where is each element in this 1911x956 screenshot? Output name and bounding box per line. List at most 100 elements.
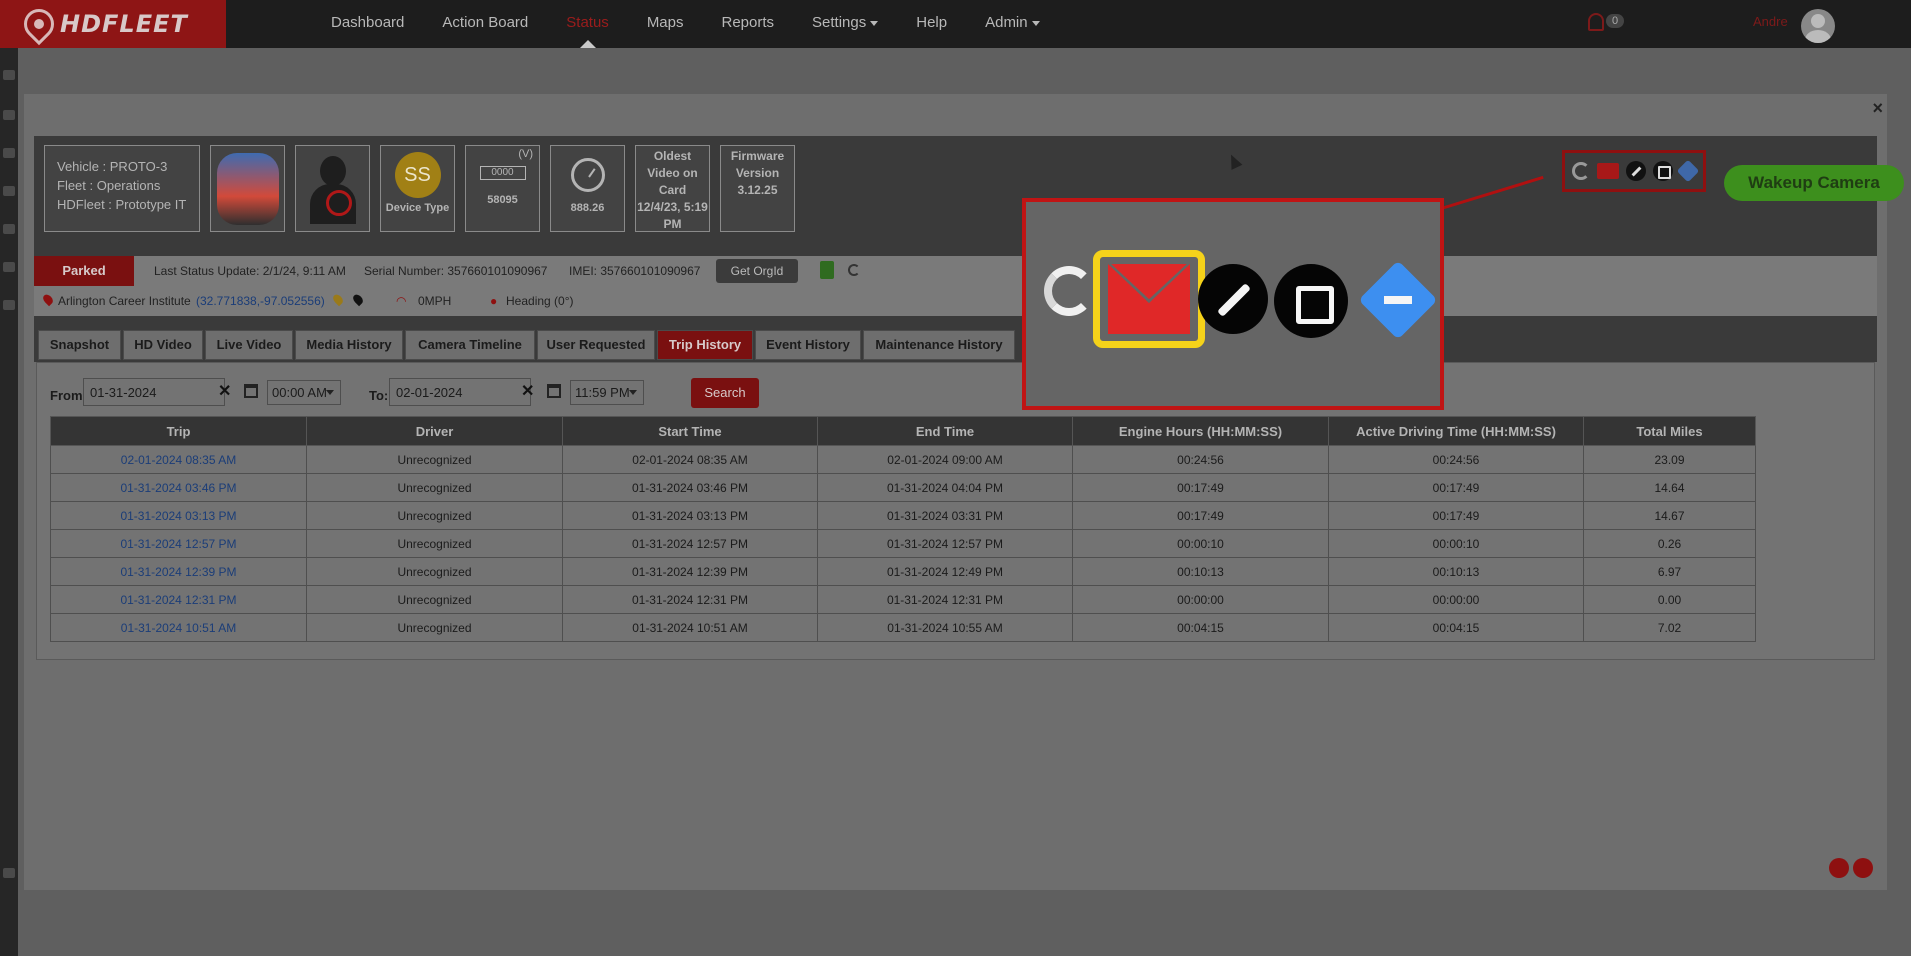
table-cell: Unrecognized xyxy=(306,529,563,558)
nav-status[interactable]: Status xyxy=(566,0,609,48)
close-icon[interactable]: × xyxy=(1872,98,1883,119)
status-row: Parked Last Status Update: 2/1/24, 9:11 … xyxy=(34,256,1877,286)
driver-image-box[interactable] xyxy=(295,145,370,232)
driver-icon[interactable] xyxy=(3,262,15,272)
edit-icon[interactable] xyxy=(1652,161,1673,181)
hdfleet-logo[interactable]: HDFLEET xyxy=(0,0,226,48)
nav-maps[interactable]: Maps xyxy=(647,0,684,48)
from-time-select[interactable]: 00:00 AM xyxy=(267,380,341,405)
nav-dashboard[interactable]: Dashboard xyxy=(331,0,404,48)
last-status-update: Last Status Update: 2/1/24, 9:11 AM xyxy=(154,264,346,278)
directions-icon[interactable] xyxy=(1358,260,1438,340)
column-header-trip[interactable]: Trip xyxy=(50,416,307,446)
left-sidebar xyxy=(0,48,18,956)
table-cell: 00:10:13 xyxy=(1072,557,1329,586)
nav-admin-label: Admin xyxy=(985,14,1028,31)
clear-to-date-icon[interactable]: ✕ xyxy=(521,381,534,401)
refresh-icon[interactable] xyxy=(1572,162,1591,180)
mail-icon[interactable] xyxy=(1597,163,1620,179)
street-view-icon[interactable] xyxy=(331,292,345,307)
trip-link[interactable]: 01-31-2024 12:57 PM xyxy=(50,529,307,558)
from-date-input[interactable]: 01-31-2024 xyxy=(83,378,225,406)
status-badge: Parked xyxy=(34,256,134,286)
to-label: To: xyxy=(369,388,389,403)
wrench-icon[interactable] xyxy=(1625,161,1646,181)
trip-link[interactable]: 01-31-2024 10:51 AM xyxy=(50,613,307,642)
chevron-down-icon xyxy=(1031,20,1040,26)
engine-hours-value: 888.26 xyxy=(570,202,605,214)
camera-icon[interactable] xyxy=(3,186,15,196)
table-row: 01-31-2024 12:39 PM Unrecognized 01-31-202… xyxy=(50,557,1756,586)
column-header-driver[interactable]: Driver xyxy=(306,416,563,446)
table-cell: 0.00 xyxy=(1583,585,1756,614)
nav-reports[interactable]: Reports xyxy=(722,0,775,48)
trip-link[interactable]: 02-01-2024 08:35 AM xyxy=(50,445,307,474)
nav-settings[interactable]: Settings xyxy=(812,0,879,48)
avatar[interactable] xyxy=(1801,9,1835,43)
mail-icon[interactable] xyxy=(1108,264,1190,334)
oldest-video-value: 12/4/23, 5:19 PM xyxy=(637,200,708,231)
column-header-active-driving-time[interactable]: Active Driving Time (HH:MM:SS) xyxy=(1328,416,1584,446)
tab-media-history[interactable]: Media History xyxy=(295,330,403,360)
to-time-select[interactable]: 11:59 PM xyxy=(570,380,644,405)
location-coords-link[interactable]: (32.771838,-97.052556) xyxy=(196,294,325,308)
user-name[interactable]: Andre xyxy=(1753,14,1788,29)
search-button[interactable]: Search xyxy=(691,378,759,408)
tab-snapshot[interactable]: Snapshot xyxy=(38,330,121,360)
column-header-start-time[interactable]: Start Time xyxy=(562,416,818,446)
table-cell: 00:00:10 xyxy=(1328,529,1584,558)
table-cell: Unrecognized xyxy=(306,501,563,530)
pin-icon[interactable] xyxy=(3,868,15,878)
nav-help[interactable]: Help xyxy=(916,0,947,48)
column-header-end-time[interactable]: End Time xyxy=(817,416,1073,446)
edit-icon[interactable] xyxy=(1274,264,1348,338)
vehicle-image-box[interactable] xyxy=(210,145,285,232)
truck-icon[interactable] xyxy=(3,224,15,234)
calendar-icon[interactable] xyxy=(547,384,561,398)
hierarchy-icon[interactable] xyxy=(3,148,15,158)
warning-icon[interactable] xyxy=(3,300,15,310)
nav-settings-label: Settings xyxy=(812,14,867,31)
manual-icon[interactable] xyxy=(1853,858,1873,878)
refresh-icon[interactable] xyxy=(1044,266,1094,316)
nav-admin[interactable]: Admin xyxy=(985,0,1040,48)
calendar-icon[interactable] xyxy=(244,384,258,398)
refresh-icon[interactable] xyxy=(848,264,860,276)
nav-action-board[interactable]: Action Board xyxy=(442,0,528,48)
action-icon-group xyxy=(1562,150,1706,192)
wakeup-camera-button[interactable]: Wakeup Camera xyxy=(1724,165,1904,201)
from-label: From: xyxy=(50,388,87,403)
trip-history-panel: From: 01-31-2024 ✕ 00:00 AM To: 02-01-20… xyxy=(36,362,1875,660)
tab-user-requested[interactable]: User Requested xyxy=(537,330,655,360)
vehicle-name: Vehicle : PROTO-3 xyxy=(57,159,168,174)
tab-camera-timeline[interactable]: Camera Timeline xyxy=(405,330,535,360)
tab-trip-history[interactable]: Trip History xyxy=(657,330,753,360)
odometer-value: 58095 xyxy=(487,194,518,206)
get-orgid-button[interactable]: Get OrgId xyxy=(716,259,798,283)
tab-live-video[interactable]: Live Video xyxy=(205,330,293,360)
user-icon[interactable] xyxy=(3,70,15,80)
table-cell: 14.67 xyxy=(1583,501,1756,530)
table-cell: Unrecognized xyxy=(306,585,563,614)
users-icon[interactable] xyxy=(3,110,15,120)
youtube-icon[interactable] xyxy=(1829,858,1849,878)
trip-link[interactable]: 01-31-2024 03:13 PM xyxy=(50,501,307,530)
trip-link[interactable]: 01-31-2024 03:46 PM xyxy=(50,473,307,502)
bell-icon[interactable] xyxy=(1588,13,1604,31)
tab-hd-video[interactable]: HD Video xyxy=(123,330,203,360)
to-date-input[interactable]: 02-01-2024 xyxy=(389,378,531,406)
trip-link[interactable]: 01-31-2024 12:31 PM xyxy=(50,585,307,614)
map-pin-icon[interactable] xyxy=(351,292,365,307)
speed-value: 0MPH xyxy=(418,294,452,308)
column-header-engine-hours[interactable]: Engine Hours (HH:MM:SS) xyxy=(1072,416,1329,446)
tab-maintenance-history[interactable]: Maintenance History xyxy=(863,330,1015,360)
column-header-total-miles[interactable]: Total Miles xyxy=(1583,416,1756,446)
serial-number: Serial Number: 357660101090967 xyxy=(364,264,548,278)
clear-from-date-icon[interactable]: ✕ xyxy=(218,381,231,401)
directions-icon[interactable] xyxy=(1676,159,1699,183)
chevron-down-icon xyxy=(870,20,879,26)
trip-link[interactable]: 01-31-2024 12:39 PM xyxy=(50,557,307,586)
tab-event-history[interactable]: Event History xyxy=(755,330,861,360)
table-header-row: Trip Driver Start Time End Time Engine H… xyxy=(50,416,1756,446)
wrench-icon[interactable] xyxy=(1198,264,1268,334)
